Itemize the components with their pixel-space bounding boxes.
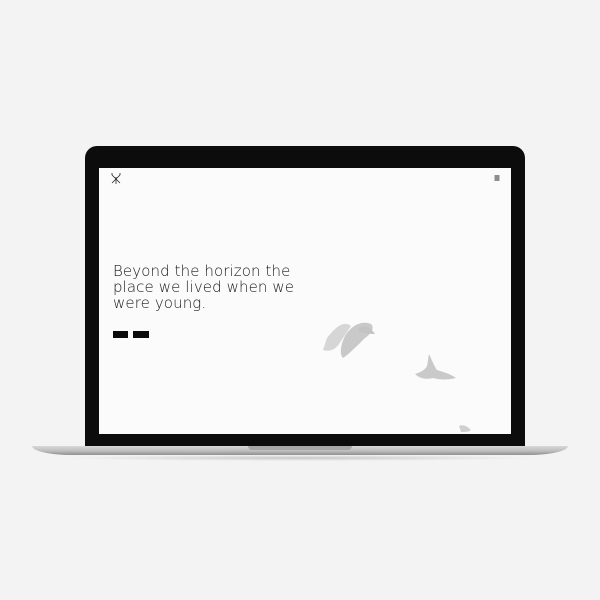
laptop-screen: Beyond the horizon the place we lived wh… — [99, 168, 511, 434]
hero-headline: Beyond the horizon the place we lived wh… — [113, 262, 295, 312]
laptop-shadow — [60, 455, 540, 461]
hero-button-row — [113, 331, 149, 338]
mockup-stage: Beyond the horizon the place we lived wh… — [0, 0, 600, 600]
hero-primary-button[interactable] — [113, 331, 128, 338]
crossed-arrows-logo-icon[interactable] — [110, 173, 122, 185]
hamburger-menu-icon[interactable] — [493, 174, 501, 182]
hero-secondary-button[interactable] — [133, 331, 149, 338]
laptop-notch — [248, 446, 352, 450]
